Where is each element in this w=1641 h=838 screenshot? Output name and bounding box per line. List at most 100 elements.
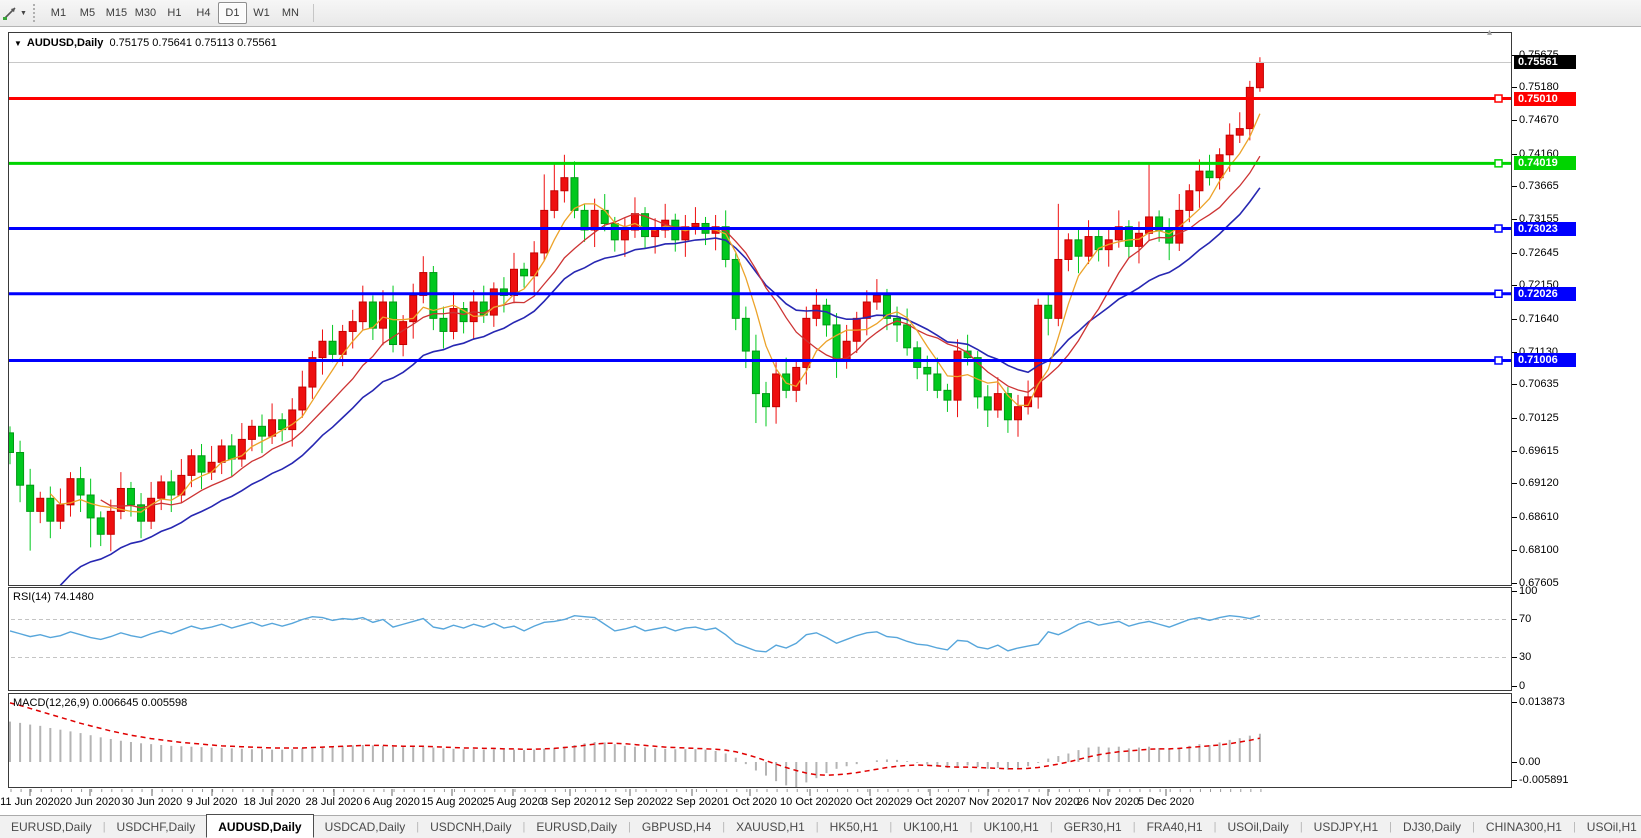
level-price-badge: 0.72026 — [1514, 287, 1576, 301]
symbol-tab-usdchf-daily[interactable]: USDCHF,Daily — [106, 816, 207, 838]
rsi-panel[interactable] — [8, 587, 1512, 691]
time-axis-label: 1 Oct 2020 — [723, 796, 777, 808]
axis-tick — [1512, 319, 1517, 320]
price-axis-label: 0.69120 — [1519, 477, 1559, 489]
chevron-down-icon: ▼ — [20, 10, 27, 17]
price-axis-label: 0.69615 — [1519, 445, 1559, 457]
rsi-axis[interactable]: 100 70 30 0 — [1512, 587, 1641, 691]
time-axis-label: 20 Oct 2020 — [840, 796, 900, 808]
symbol-tab-fra40-h1[interactable]: FRA40,H1 — [1136, 816, 1214, 838]
time-axis-label: 25 Aug 2020 — [482, 796, 544, 808]
axis-tick — [1512, 583, 1517, 584]
cursor-tool-button[interactable]: ▼ — [0, 5, 31, 21]
level-price-badge: 0.71006 — [1514, 353, 1576, 367]
axis-tick — [1512, 87, 1517, 88]
timeframe-button-m1[interactable]: M1 — [44, 2, 73, 24]
axis-tick — [1512, 780, 1517, 781]
cursor-tool-icon — [2, 5, 18, 21]
axis-tick — [1512, 253, 1517, 254]
axis-tick — [1512, 657, 1517, 658]
symbol-tab-usdjpy-h1[interactable]: USDJPY,H1 — [1303, 816, 1389, 838]
symbol-tab-gbpusd-h4[interactable]: GBPUSD,H4 — [631, 816, 722, 838]
rsi-axis-label: 0 — [1519, 680, 1525, 692]
collapse-triangle-icon[interactable]: ▼ — [14, 39, 22, 48]
level-price-badge: 0.74019 — [1514, 156, 1576, 170]
chart-shift-marker-icon[interactable]: ▴ — [1487, 27, 1492, 38]
axis-tick — [1512, 483, 1517, 484]
axis-tick — [1512, 619, 1517, 620]
timeframe-button-h1[interactable]: H1 — [160, 2, 189, 24]
time-axis-label: 10 Oct 2020 — [780, 796, 840, 808]
timeframe-button-m15[interactable]: M15 — [102, 2, 131, 24]
time-axis-label: 7 Nov 2020 — [960, 796, 1016, 808]
time-axis-label: 20 Jun 2020 — [60, 796, 121, 808]
symbol-tab-usoil-h1[interactable]: USOil,H1 — [1576, 816, 1641, 838]
time-axis-label: 6 Aug 2020 — [364, 796, 420, 808]
price-axis-label: 0.68100 — [1519, 544, 1559, 556]
timeframe-button-h4[interactable]: H4 — [189, 2, 218, 24]
level-price-badge: 0.75010 — [1514, 92, 1576, 106]
price-axis-label: 0.70635 — [1519, 378, 1559, 390]
price-chart-panel[interactable] — [8, 32, 1512, 586]
rsi-axis-label: 30 — [1519, 651, 1531, 663]
price-axis-label: 0.68610 — [1519, 511, 1559, 523]
toolbar-grip[interactable] — [33, 4, 38, 22]
symbol-tab-hk50-h1[interactable]: HK50,H1 — [819, 816, 890, 838]
symbol-tab-ger30-h1[interactable]: GER30,H1 — [1053, 816, 1133, 838]
price-axis-label: 0.73665 — [1519, 180, 1559, 192]
axis-tick — [1512, 550, 1517, 551]
timeframe-button-m5[interactable]: M5 — [73, 2, 102, 24]
axis-tick — [1512, 686, 1517, 687]
axis-tick — [1512, 219, 1517, 220]
time-axis-label: 17 Nov 2020 — [1017, 796, 1079, 808]
symbol-tab-xauusd-h1[interactable]: XAUUSD,H1 — [725, 816, 816, 838]
symbol-tab-uk100-h1[interactable]: UK100,H1 — [972, 816, 1049, 838]
chart-title-symbol: AUDUSD,Daily — [27, 37, 103, 49]
price-axis-label: 0.74670 — [1519, 114, 1559, 126]
time-axis-label: 28 Jul 2020 — [306, 796, 363, 808]
symbol-tab-audusd-daily[interactable]: AUDUSD,Daily — [206, 814, 313, 838]
macd-chart[interactable] — [9, 694, 1511, 787]
symbol-tab-eurusd-daily[interactable]: EURUSD,Daily — [0, 816, 103, 838]
axis-tick — [1512, 154, 1517, 155]
time-axis-label: 5 Dec 2020 — [1138, 796, 1194, 808]
time-axis-label: 29 Oct 2020 — [900, 796, 960, 808]
rsi-axis-label: 70 — [1519, 613, 1531, 625]
rsi-axis-label: 100 — [1519, 585, 1537, 597]
symbol-tab-dj30-daily[interactable]: DJ30,Daily — [1392, 816, 1472, 838]
timeframe-button-mn[interactable]: MN — [276, 2, 305, 24]
symbol-tab-bar: EURUSD,Daily|USDCHF,DailyAUDUSD,DailyUSD… — [0, 815, 1641, 838]
macd-axis[interactable]: 0.0138730.00-0.005891 — [1512, 693, 1641, 788]
candlestick-chart[interactable] — [9, 33, 1511, 585]
chart-title: ▼AUDUSD,Daily 0.75175 0.75641 0.75113 0.… — [14, 37, 277, 49]
symbol-tab-usoil-daily[interactable]: USOil,Daily — [1216, 816, 1299, 838]
macd-axis-label: 0.00 — [1519, 756, 1540, 768]
time-axis-label: 11 Jun 2020 — [0, 796, 60, 808]
axis-tick — [1512, 120, 1517, 121]
symbol-tab-uk100-h1[interactable]: UK100,H1 — [892, 816, 969, 838]
timeframe-button-w1[interactable]: W1 — [247, 2, 276, 24]
axis-tick — [1512, 186, 1517, 187]
timeframe-toolbar: ▼ M1M5M15M30H1H4D1W1MN — [0, 0, 1641, 27]
symbol-tab-china300-h1[interactable]: CHINA300,H1 — [1475, 816, 1573, 838]
symbol-tab-usdcad-daily[interactable]: USDCAD,Daily — [314, 816, 417, 838]
symbol-tabs: EURUSD,Daily|USDCHF,DailyAUDUSD,DailyUSD… — [0, 816, 1641, 838]
symbol-tab-usdcnh-daily[interactable]: USDCNH,Daily — [419, 816, 522, 838]
macd-axis-label: 0.013873 — [1519, 696, 1565, 708]
level-price-badge: 0.73023 — [1514, 222, 1576, 236]
macd-panel[interactable] — [8, 693, 1512, 788]
axis-tick — [1512, 384, 1517, 385]
current-price-badge: 0.75561 — [1514, 55, 1576, 69]
rsi-chart[interactable] — [9, 588, 1511, 690]
timeframe-button-d1[interactable]: D1 — [218, 2, 247, 24]
price-axis[interactable]: 0.756750.751800.746700.741600.736650.731… — [1512, 32, 1641, 586]
timeframe-buttons: M1M5M15M30H1H4D1W1MN — [44, 2, 305, 24]
time-axis-label: 22 Sep 2020 — [661, 796, 723, 808]
axis-tick — [1512, 591, 1517, 592]
time-axis-label: 15 Aug 2020 — [421, 796, 483, 808]
toolbar-separator — [313, 4, 314, 22]
axis-tick — [1512, 517, 1517, 518]
symbol-tab-eurusd-daily[interactable]: EURUSD,Daily — [525, 816, 628, 838]
time-axis-label: 3 Sep 2020 — [542, 796, 598, 808]
timeframe-button-m30[interactable]: M30 — [131, 2, 160, 24]
